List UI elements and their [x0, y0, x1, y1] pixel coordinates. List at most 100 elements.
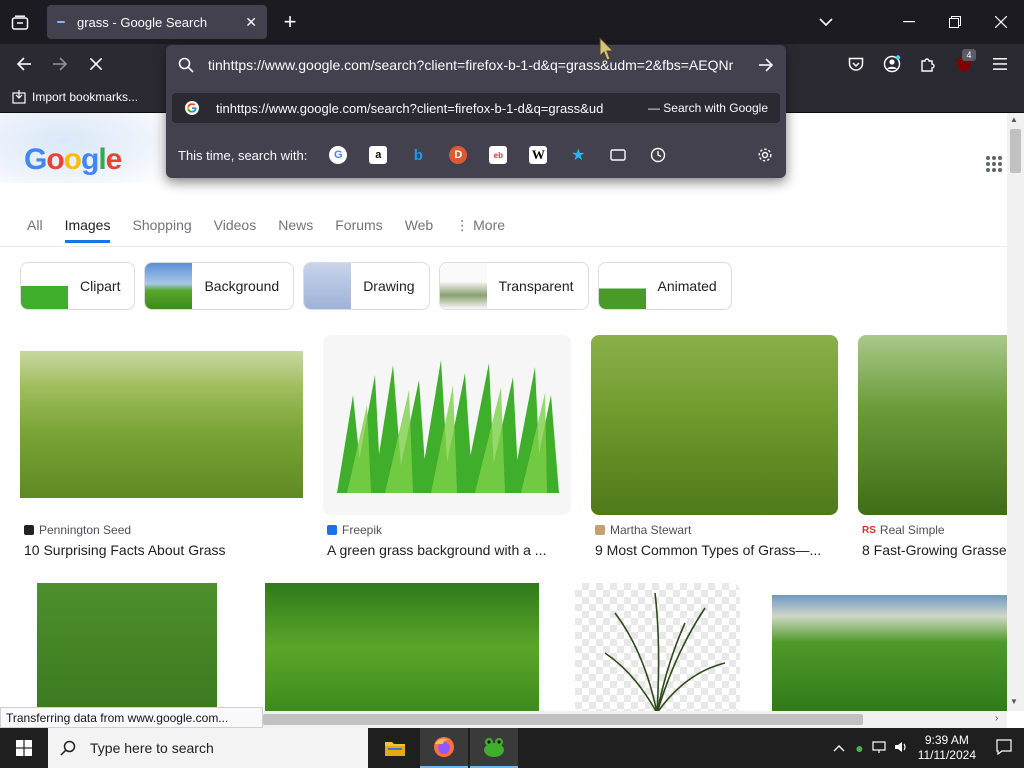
- result-image[interactable]: [858, 335, 1007, 515]
- image-result[interactable]: [22, 583, 232, 711]
- search-suggestion-row[interactable]: tinhttps://www.google.com/search?client=…: [172, 93, 780, 123]
- file-explorer-icon[interactable]: [372, 728, 418, 768]
- chip-background[interactable]: Background: [144, 262, 295, 310]
- engines-label: This time, search with:: [178, 147, 308, 163]
- restore-icon[interactable]: [942, 10, 968, 34]
- history-search-icon[interactable]: [649, 146, 667, 164]
- clock[interactable]: 9:39 AM 11/11/2024: [918, 733, 976, 763]
- result-title[interactable]: 9 Most Common Types of Grass—...: [595, 542, 838, 558]
- ebay-engine-icon[interactable]: eb: [489, 146, 508, 164]
- scroll-down-icon[interactable]: ▼: [1010, 697, 1018, 706]
- grass-clipart-image: [337, 360, 559, 493]
- horizontal-scroll-thumb[interactable]: [263, 714, 863, 725]
- tab-forums[interactable]: Forums: [335, 213, 382, 243]
- close-window-icon[interactable]: [988, 10, 1014, 34]
- go-arrow-icon[interactable]: [758, 58, 774, 72]
- firefox-taskbar-icon[interactable]: [420, 728, 468, 768]
- duckduckgo-engine-icon[interactable]: D: [449, 146, 468, 164]
- google-engine-icon[interactable]: G: [329, 146, 348, 164]
- result-image[interactable]: [20, 351, 303, 498]
- result-title[interactable]: A green grass background with a ...: [327, 542, 571, 558]
- chip-thumb: [21, 263, 68, 309]
- taskbar-search-box[interactable]: Type here to search: [48, 728, 368, 768]
- image-result[interactable]: RS Real Simple 8 Fast-Growing Grasse: [858, 335, 1007, 565]
- result-source[interactable]: RS Real Simple: [862, 523, 945, 537]
- list-all-tabs-icon[interactable]: [814, 12, 838, 32]
- import-bookmarks-button[interactable]: Import bookmarks...: [12, 90, 138, 104]
- app-menu-icon[interactable]: [988, 52, 1012, 76]
- google-g-icon: [185, 101, 199, 115]
- search-settings-gear-icon[interactable]: [756, 146, 774, 164]
- back-icon[interactable]: [12, 52, 36, 76]
- pocket-icon[interactable]: [844, 52, 868, 76]
- google-logo-letter: G: [24, 143, 47, 176]
- close-tab-icon[interactable]: ✕: [245, 14, 257, 31]
- source-favicon-icon: RS: [862, 524, 876, 536]
- image-result[interactable]: Martha Stewart 9 Most Common Types of Gr…: [591, 335, 838, 565]
- chip-clipart[interactable]: Clipart: [20, 262, 136, 310]
- image-result[interactable]: [575, 583, 740, 711]
- tab-shopping[interactable]: Shopping: [132, 213, 191, 243]
- amazon-engine-icon[interactable]: a: [369, 146, 388, 164]
- vertical-scroll-thumb[interactable]: [1010, 129, 1021, 173]
- app-frog-taskbar-icon[interactable]: [470, 728, 518, 768]
- result-source[interactable]: Pennington Seed: [24, 523, 131, 537]
- chip-animated[interactable]: Animated: [597, 262, 732, 310]
- result-source[interactable]: Martha Stewart: [595, 523, 691, 537]
- url-input[interactable]: tinhttps://www.google.com/search?client=…: [166, 45, 786, 85]
- tab-news[interactable]: News: [278, 213, 313, 243]
- image-result[interactable]: [772, 583, 1007, 711]
- bookmarks-star-icon[interactable]: ★: [569, 146, 587, 164]
- extension-badge: 4: [962, 49, 976, 61]
- tab-google-search[interactable]: grass - Google Search ✕: [47, 5, 267, 39]
- wikipedia-engine-icon[interactable]: W: [529, 146, 548, 164]
- chip-transparent[interactable]: Transparent: [438, 262, 589, 310]
- tab-more[interactable]: ⋮ More: [455, 213, 505, 244]
- result-image[interactable]: [591, 335, 838, 515]
- tab-web[interactable]: Web: [405, 213, 434, 243]
- image-result[interactable]: [265, 583, 539, 711]
- result-image[interactable]: [323, 335, 571, 515]
- extensions-icon[interactable]: [916, 52, 940, 76]
- chip-drawing[interactable]: Drawing: [303, 262, 430, 310]
- volume-icon[interactable]: [894, 741, 908, 756]
- google-logo-letter: g: [81, 143, 99, 176]
- chip-thumb: [304, 263, 352, 309]
- one-off-search-engines: This time, search with: G a b D eb W ★: [166, 137, 786, 173]
- stop-loading-icon[interactable]: [84, 52, 108, 76]
- result-title[interactable]: 8 Fast-Growing Grasse: [862, 542, 1007, 558]
- result-image[interactable]: [265, 583, 539, 711]
- google-apps-icon[interactable]: [985, 155, 1003, 173]
- people-icon[interactable]: ●: [855, 740, 863, 756]
- bing-engine-icon[interactable]: b: [409, 146, 427, 164]
- tab-videos[interactable]: Videos: [214, 213, 257, 243]
- network-icon[interactable]: [872, 740, 886, 756]
- google-results-page: Google All Images Shopping Videos News F…: [0, 113, 1007, 711]
- horizontal-scrollbar[interactable]: ›: [263, 711, 1007, 728]
- new-tab-icon[interactable]: +: [278, 9, 302, 34]
- vertical-scrollbar[interactable]: ▲ ▼: [1007, 113, 1024, 711]
- result-title[interactable]: 10 Surprising Facts About Grass: [24, 542, 303, 558]
- result-image[interactable]: [772, 595, 1007, 711]
- result-source[interactable]: Freepik: [327, 523, 382, 537]
- minimize-icon[interactable]: [896, 10, 922, 34]
- tabs-search-icon[interactable]: [609, 146, 627, 164]
- tab-list-icon[interactable]: [8, 12, 32, 34]
- show-hidden-icons-icon[interactable]: [833, 741, 845, 755]
- google-logo-letter: e: [105, 143, 123, 176]
- image-result[interactable]: Pennington Seed 10 Surprising Facts Abou…: [20, 335, 303, 565]
- result-image[interactable]: [575, 583, 740, 711]
- account-icon[interactable]: [880, 52, 904, 76]
- google-logo[interactable]: Google: [24, 143, 123, 177]
- notifications-icon[interactable]: [996, 738, 1012, 758]
- forward-icon[interactable]: [48, 52, 72, 76]
- tab-images[interactable]: Images: [64, 213, 111, 243]
- scroll-right-icon[interactable]: ›: [995, 713, 998, 724]
- tab-all[interactable]: All: [27, 213, 43, 243]
- scroll-up-icon[interactable]: ▲: [1010, 115, 1018, 124]
- windows-start-icon[interactable]: [0, 728, 48, 768]
- image-result[interactable]: Freepik A green grass background with a …: [323, 335, 571, 565]
- clock-date: 11/11/2024: [917, 748, 976, 762]
- result-image[interactable]: [37, 583, 217, 711]
- url-input-text[interactable]: tinhttps://www.google.com/search?client=…: [208, 57, 748, 73]
